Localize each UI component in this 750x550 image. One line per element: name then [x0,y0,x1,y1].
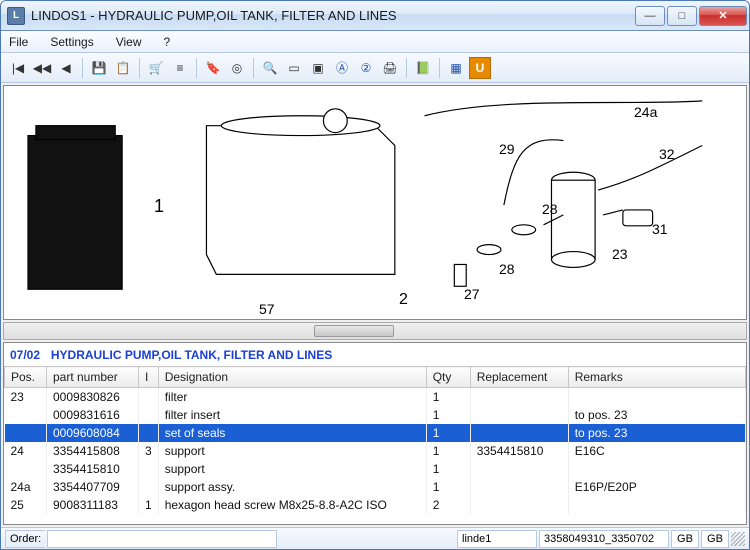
col-i[interactable]: I [139,367,159,388]
callout-28a: 28 [499,261,515,277]
app-icon: L [7,7,25,25]
col-replacement[interactable]: Replacement [470,367,568,388]
col-pos[interactable]: Pos. [5,367,47,388]
diagram-viewport[interactable]: 1 2 23 24a 27 28 28 29 31 32 57 [3,85,747,320]
list-icon[interactable]: ≡ [169,57,191,79]
status-code: 3358049310_3350702 [539,530,669,548]
table-row[interactable]: 2590083111831hexagon head screw M8x25-8.… [5,496,746,514]
table-row[interactable]: 230009830826filter1 [5,388,746,407]
col-designation[interactable]: Designation [158,367,426,388]
menu-bar: File Settings View ? [1,31,749,53]
menu-view[interactable]: View [112,33,146,51]
table-row[interactable]: 2433544158083support13354415810E16C [5,442,746,460]
zoom-in-icon[interactable]: 🔍 [259,57,281,79]
cart-icon[interactable]: 🛒 [145,57,167,79]
table-row[interactable]: 0009608084set of seals1to pos. 23 [5,424,746,442]
rotate-icon[interactable]: ▣ [307,57,329,79]
u-button[interactable]: U [469,57,491,79]
title-bar: L LINDOS1 - HYDRAULIC PUMP,OIL TANK, FIL… [1,1,749,31]
status-gb2: GB [701,530,729,548]
table-row[interactable]: 3354415810support1 [5,460,746,478]
first-icon[interactable]: |◀ [7,57,29,79]
window-title: LINDOS1 - HYDRAULIC PUMP,OIL TANK, FILTE… [31,8,635,23]
callout-57: 57 [259,301,275,317]
status-bar: Order: linde1 3358049310_3350702 GB GB [1,527,749,549]
book-icon[interactable]: 📗 [412,57,434,79]
back-icon[interactable]: ◀ [55,57,77,79]
menu-file[interactable]: File [5,33,32,51]
col-part-number[interactable]: part number [47,367,139,388]
table-row[interactable]: 0009831616filter insert1to pos. 23 [5,406,746,424]
section-header: 07/02 HYDRAULIC PUMP,OIL TANK, FILTER AN… [4,343,746,366]
toolbar: |◀ ◀◀ ◀ 💾 📋 🛒 ≡ 🔖 ◎ 🔍 ▭ ▣ Ⓐ ② 🖨 📗 ▦ U [1,53,749,83]
minimize-button[interactable]: — [635,6,665,26]
save-icon[interactable]: 💾 [88,57,110,79]
a-icon[interactable]: Ⓐ [331,57,353,79]
callout-29: 29 [499,141,515,157]
order-label: Order: [5,530,45,548]
flag-icon[interactable]: ▦ [445,57,467,79]
status-linde: linde1 [457,530,537,548]
callout-32: 32 [659,146,675,162]
col-remarks[interactable]: Remarks [568,367,745,388]
callout-31: 31 [652,221,668,237]
callout-2: 2 [399,291,408,309]
callout-1: 1 [154,196,164,217]
print-icon[interactable]: 🖨 [379,57,401,79]
col-qty[interactable]: Qty [426,367,470,388]
close-button[interactable]: ✕ [699,6,747,26]
copy-icon[interactable]: 📋 [112,57,134,79]
target-icon[interactable]: ◎ [226,57,248,79]
menu-help[interactable]: ? [160,33,175,51]
order-field[interactable] [47,530,277,548]
two-icon[interactable]: ② [355,57,377,79]
page-icon[interactable]: ▭ [283,57,305,79]
diagram-scrollbar[interactable] [3,322,747,340]
callout-24a: 24a [634,104,657,120]
parts-table-area: 07/02 HYDRAULIC PUMP,OIL TANK, FILTER AN… [3,342,747,525]
status-gb1: GB [671,530,699,548]
parts-table[interactable]: Pos. part number I Designation Qty Repla… [4,366,746,514]
callout-28b: 28 [542,201,558,217]
callout-27: 27 [464,286,480,302]
maximize-button[interactable]: □ [667,6,697,26]
table-row[interactable]: 24a3354407709support assy.1E16P/E20P [5,478,746,496]
resize-grip[interactable] [731,532,745,546]
tag-icon[interactable]: 🔖 [202,57,224,79]
menu-settings[interactable]: Settings [46,33,97,51]
callout-23: 23 [612,246,628,262]
rewind-icon[interactable]: ◀◀ [31,57,53,79]
